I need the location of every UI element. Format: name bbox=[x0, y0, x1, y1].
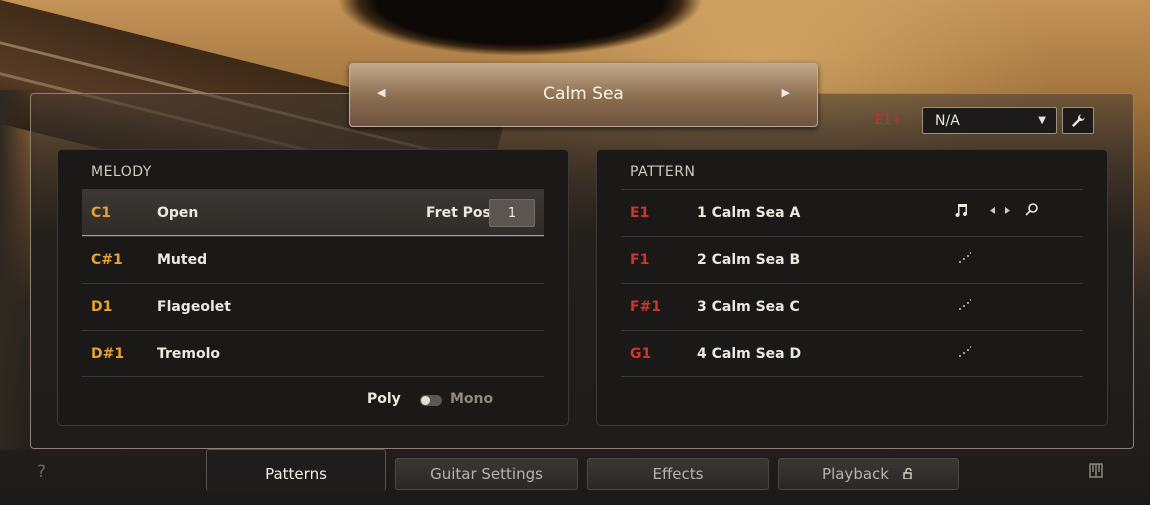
lock-icon[interactable] bbox=[903, 467, 915, 480]
pattern-label: 2 Calm Sea B bbox=[697, 252, 801, 268]
dropdown-value: N/A bbox=[935, 113, 960, 129]
pattern-preview-icon bbox=[959, 252, 971, 263]
melody-row-flageolet[interactable]: D1 Flageolet bbox=[82, 283, 544, 330]
fret-pos-label: Fret Pos bbox=[426, 205, 491, 221]
melody-panel: MELODY C1 Open Fret Pos 1 C#1 Muted D1 F… bbox=[57, 149, 569, 426]
pattern-label: 3 Calm Sea C bbox=[697, 299, 800, 315]
wrench-button[interactable] bbox=[1062, 107, 1094, 134]
melody-row-muted[interactable]: C#1 Muted bbox=[82, 236, 544, 283]
pattern-key: F1 bbox=[630, 252, 650, 268]
pattern-panel: PATTERN E1 1 Calm Sea A F1 2 Calm Sea B … bbox=[596, 149, 1108, 426]
melody-key: C#1 bbox=[91, 252, 123, 268]
next-preset-icon[interactable]: ▶ bbox=[782, 86, 790, 99]
tab-effects[interactable]: Effects bbox=[587, 458, 769, 490]
keyswitch-label: E1+ bbox=[875, 113, 903, 128]
pattern-key: G1 bbox=[630, 346, 652, 362]
pattern-label: 1 Calm Sea A bbox=[697, 205, 801, 221]
tab-patterns[interactable]: Patterns bbox=[206, 449, 386, 491]
chevron-down-icon: ▼ bbox=[1038, 115, 1046, 126]
melody-key: D#1 bbox=[91, 346, 125, 362]
fret-pos-field[interactable]: 1 bbox=[489, 199, 535, 227]
pattern-preview-icon bbox=[959, 299, 971, 310]
toggle-knob bbox=[421, 396, 430, 405]
wrench-icon bbox=[1072, 114, 1085, 127]
melody-label: Open bbox=[157, 205, 199, 221]
music-note-icon[interactable] bbox=[954, 202, 968, 218]
pattern-key: F#1 bbox=[630, 299, 662, 315]
pattern-key: E1 bbox=[630, 205, 650, 221]
next-icon[interactable] bbox=[1004, 207, 1010, 214]
pattern-preview-icon bbox=[959, 346, 971, 357]
keyswitch-dropdown[interactable]: N/A ▼ bbox=[922, 107, 1057, 134]
search-icon[interactable] bbox=[1025, 203, 1038, 216]
melody-label: Flageolet bbox=[157, 299, 231, 315]
keyboard-icon[interactable] bbox=[1089, 463, 1103, 478]
tab-playback[interactable]: Playback bbox=[778, 458, 959, 490]
pattern-row[interactable]: E1 1 Calm Sea A bbox=[621, 189, 1083, 236]
tab-guitar-settings[interactable]: Guitar Settings bbox=[395, 458, 578, 490]
poly-label: Poly bbox=[367, 391, 401, 407]
mono-label: Mono bbox=[450, 391, 494, 407]
help-button[interactable]: ? bbox=[37, 462, 46, 482]
melody-label: Tremolo bbox=[157, 346, 221, 362]
preset-name: Calm Sea bbox=[543, 84, 624, 104]
melody-row-tremolo[interactable]: D#1 Tremolo bbox=[82, 330, 544, 377]
melody-key: D1 bbox=[91, 299, 113, 315]
preset-selector[interactable]: ◀ Calm Sea ▶ bbox=[349, 63, 818, 127]
pattern-row[interactable]: G1 4 Calm Sea D bbox=[621, 330, 1083, 377]
melody-key: C1 bbox=[91, 205, 112, 221]
pattern-row[interactable]: F#1 3 Calm Sea C bbox=[621, 283, 1083, 330]
pattern-row[interactable]: F1 2 Calm Sea B bbox=[621, 236, 1083, 283]
poly-mono-toggle[interactable] bbox=[420, 395, 442, 406]
prev-icon[interactable] bbox=[990, 207, 996, 214]
pattern-label: 4 Calm Sea D bbox=[697, 346, 802, 362]
melody-row-open[interactable]: C1 Open Fret Pos 1 bbox=[82, 189, 544, 236]
pattern-title: PATTERN bbox=[630, 164, 696, 180]
melody-title: MELODY bbox=[91, 164, 152, 180]
melody-label: Muted bbox=[157, 252, 208, 268]
tab-playback-label: Playback bbox=[822, 465, 889, 483]
